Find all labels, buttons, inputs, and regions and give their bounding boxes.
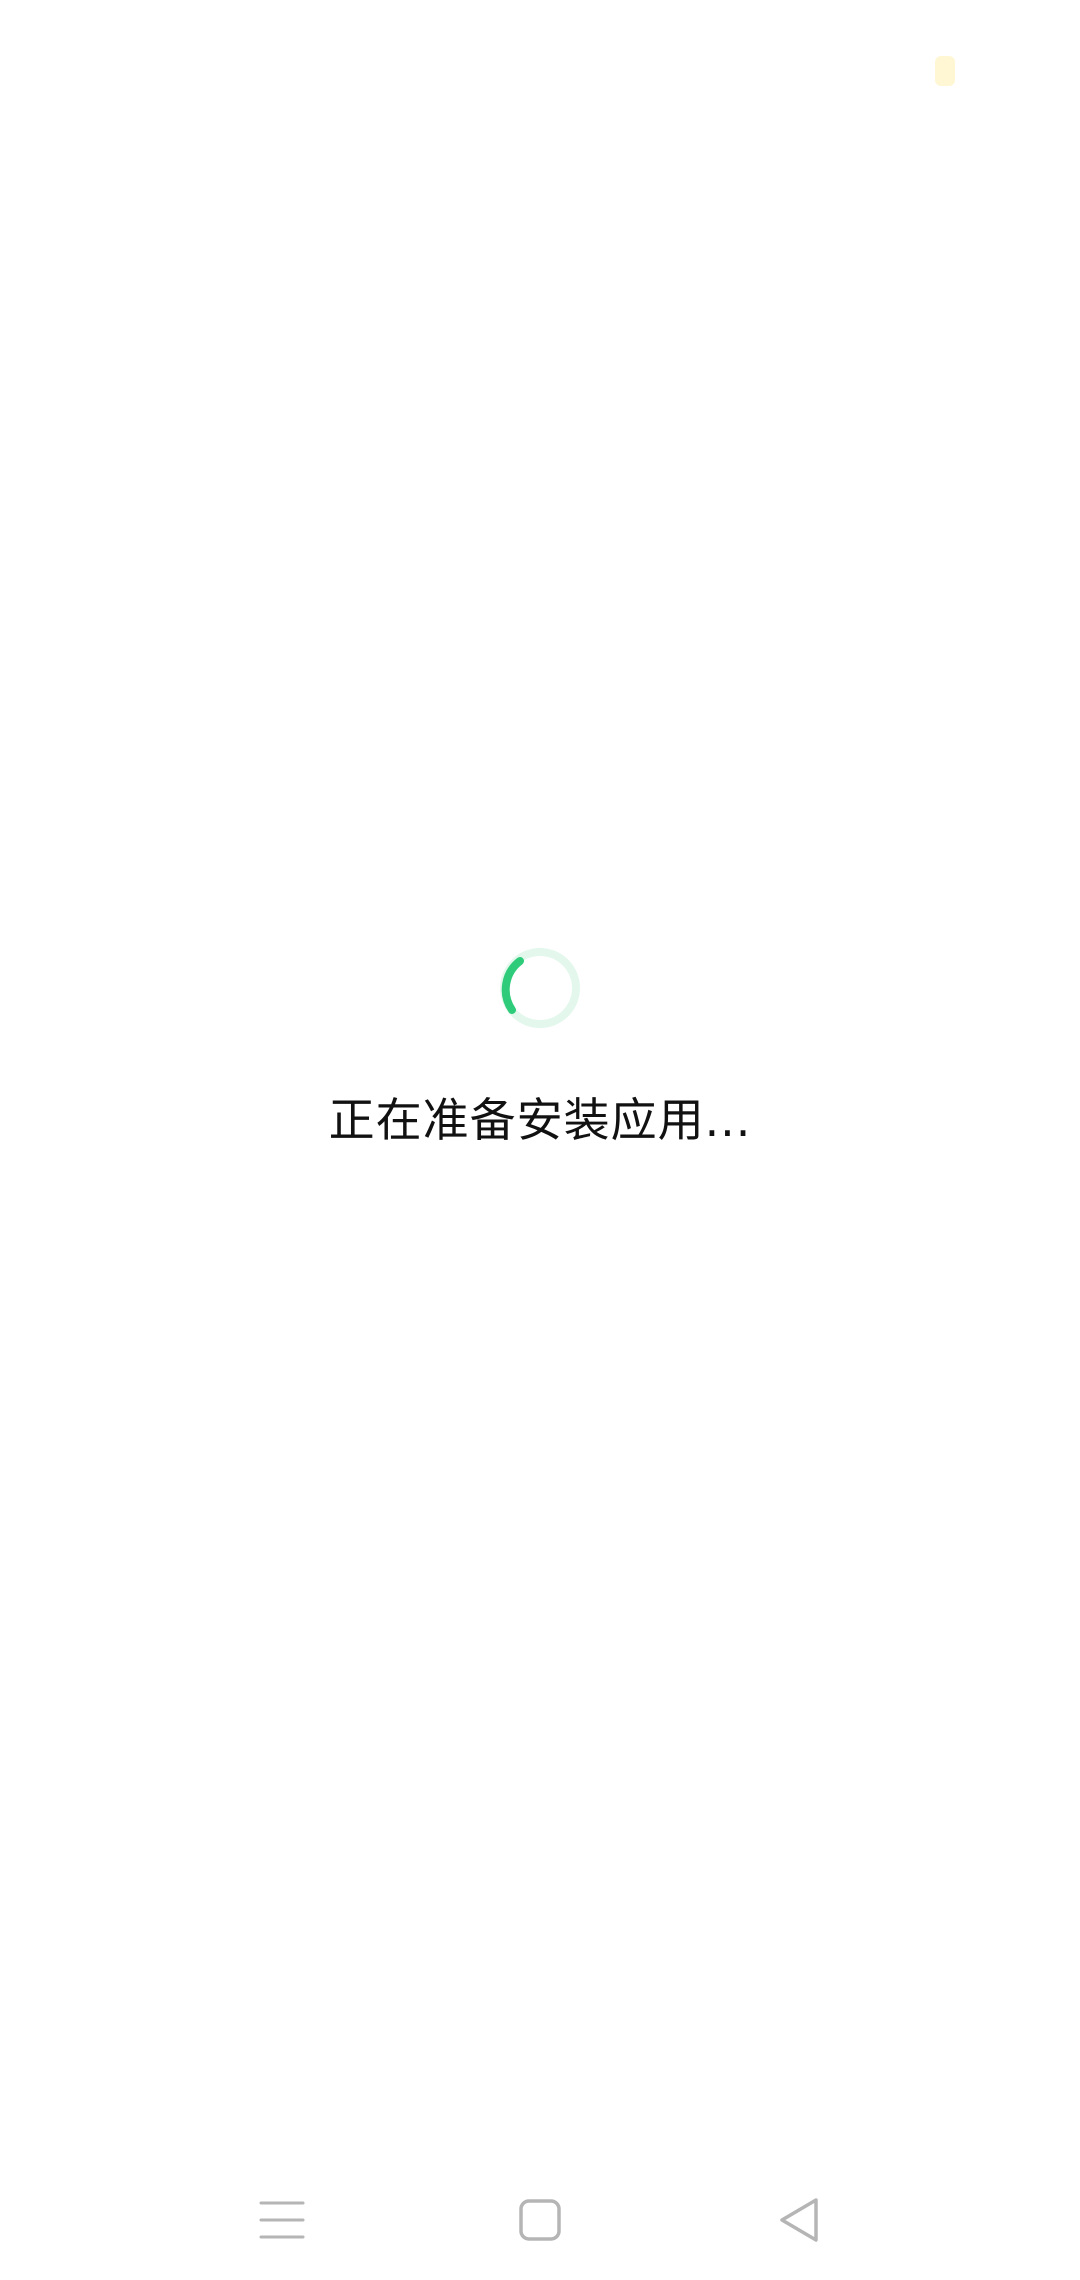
loading-message: 正在准备安装应用... <box>328 1093 752 1147</box>
menu-lines-icon <box>259 2201 305 2239</box>
recent-apps-button[interactable] <box>202 2160 362 2280</box>
rounded-square-icon <box>519 2199 561 2241</box>
status-indicator-icon <box>935 56 955 86</box>
system-navigation-bar <box>0 2160 1080 2280</box>
loading-spinner-icon <box>496 944 584 1032</box>
install-preparation-screen: 正在准备安装应用... <box>0 0 1080 2280</box>
home-button[interactable] <box>460 2160 620 2280</box>
triangle-back-icon <box>780 2198 818 2242</box>
back-button[interactable] <box>718 2160 878 2280</box>
